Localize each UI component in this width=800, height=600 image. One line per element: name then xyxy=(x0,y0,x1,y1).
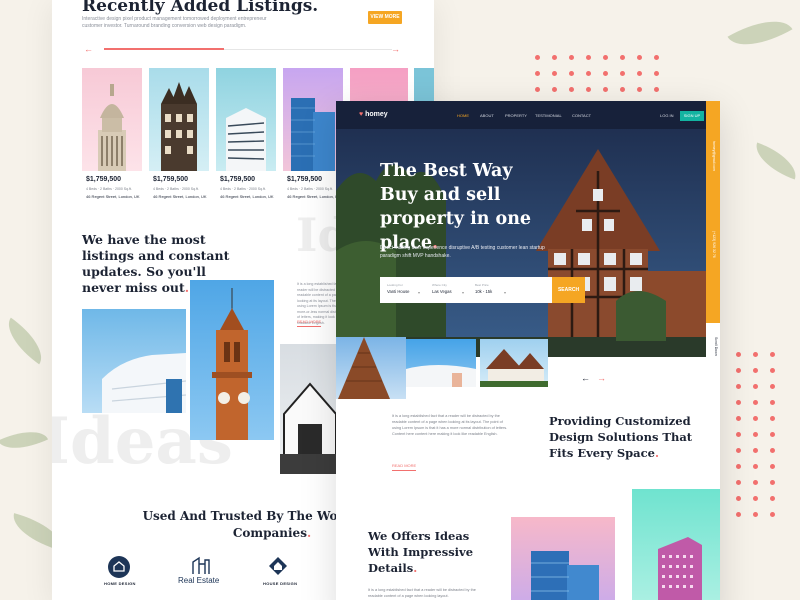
listing-meta: 4 Beds · 2 Baths · 2000 Sq.ft. xyxy=(86,187,132,191)
partner-logo-label: HOME DESIGN xyxy=(104,581,136,586)
nav-item-home[interactable]: HOME xyxy=(457,113,469,118)
slider-progress xyxy=(104,48,224,50)
thumbnail-white-curve[interactable] xyxy=(406,339,476,387)
search-field-label: Best Price xyxy=(475,283,489,287)
hero-section: ♥ homey HOME ABOUT PROPERTY TESTIMONIAL … xyxy=(336,101,706,357)
read-more-link[interactable]: READ MORE xyxy=(392,463,417,471)
slider-next-arrow[interactable]: → xyxy=(597,373,606,383)
nav-item-testimonial[interactable]: TESTIMONIAL xyxy=(535,113,562,118)
nav-item-property[interactable]: PROPERTY xyxy=(505,113,527,118)
side-phone: (+123) 926 32 76 xyxy=(712,231,716,258)
listings-title: Recently Added Listings. xyxy=(82,0,319,16)
listing-image-gothic[interactable] xyxy=(149,68,209,171)
city-select[interactable]: Las Vegas xyxy=(432,289,452,294)
brand-logo[interactable]: ♥ homey xyxy=(359,111,388,118)
house-badge-icon xyxy=(108,556,130,578)
hero-title: The Best Way Buy and sell property in on… xyxy=(380,161,532,253)
listing-price: $1,759,500 xyxy=(153,176,189,183)
chevron-down-icon[interactable]: ▾ xyxy=(418,290,420,295)
intro-paragraph: It is a long established fact that a rea… xyxy=(392,414,508,436)
property-search-bar: Looking For Vanti House ▾ Where City Las… xyxy=(380,277,552,303)
feature-image-pink-tower[interactable] xyxy=(632,489,720,600)
gallery-image-clock-tower[interactable] xyxy=(190,280,274,440)
scroll-down-label[interactable]: Scroll Down xyxy=(714,337,718,356)
side-orange-bar xyxy=(706,101,720,323)
search-field-label: Looking For xyxy=(387,283,403,287)
leaf-decoration xyxy=(749,142,800,180)
partner-logo-label: Real Estate xyxy=(178,576,220,585)
leaf-decoration xyxy=(0,421,49,459)
login-link[interactable]: LOG IN xyxy=(660,113,674,118)
listing-image-modern[interactable] xyxy=(216,68,276,171)
thumbnail-brown-tower[interactable] xyxy=(336,337,406,399)
diamond-house-icon xyxy=(268,556,288,581)
nav-item-contact[interactable]: CONTACT xyxy=(572,113,591,118)
slider-prev-arrow[interactable]: ← xyxy=(84,44,93,54)
gallery-image-modern-house[interactable] xyxy=(280,344,340,474)
nav-item-about[interactable]: ABOUT xyxy=(480,113,494,118)
listing-price: $1,759,500 xyxy=(220,176,256,183)
search-button[interactable]: SEARCH xyxy=(552,277,585,303)
heart-icon: ♥ xyxy=(359,111,364,118)
partner-logo-label: HOUSE DESIGN xyxy=(263,581,298,586)
hero-subtitle: Direct mailing user experience disruptiv… xyxy=(380,245,545,259)
read-more-link[interactable]: READ MORE xyxy=(297,319,322,327)
chevron-down-icon[interactable]: ▾ xyxy=(504,290,506,295)
listing-meta: 4 Beds · 2 Baths · 2000 Sq.ft. xyxy=(153,187,199,191)
feature-image-glass-tower[interactable] xyxy=(511,517,615,600)
side-email: homey@gmail.com xyxy=(712,141,716,172)
leaf-decoration xyxy=(727,6,793,60)
ideas-paragraph: It is a long established fact that a rea… xyxy=(368,588,476,598)
view-more-button[interactable]: VIEW MORE xyxy=(368,11,402,24)
leaf-decoration xyxy=(0,317,52,365)
listing-price: $1,759,500 xyxy=(86,176,122,183)
listing-image-glass-tower[interactable] xyxy=(283,68,343,171)
front-page-mockup: ♥ homey HOME ABOUT PROPERTY TESTIMONIAL … xyxy=(336,101,720,600)
listing-address: 46 Regent Street, London, UK xyxy=(86,194,140,199)
listings-subtitle: Interactive design pixel product managem… xyxy=(82,16,267,29)
search-field-label: Where City xyxy=(432,283,447,287)
listing-address: 46 Regent Street, London, UK xyxy=(220,194,274,199)
listing-meta: 4 Beds · 2 Baths · 2000 Sq.ft. xyxy=(220,187,266,191)
looking-for-select[interactable]: Vanti House xyxy=(387,289,410,294)
design-solutions-heading: Providing Customized Design Solutions Th… xyxy=(549,414,693,460)
gallery-image-white-building[interactable] xyxy=(82,309,186,413)
slider-prev-arrow[interactable]: ← xyxy=(581,373,590,383)
top-navigation: ♥ homey HOME ABOUT PROPERTY TESTIMONIAL … xyxy=(336,101,706,129)
dot-grid-decoration xyxy=(736,352,775,517)
thumbnail-tudor-house[interactable] xyxy=(480,339,548,387)
ideas-heading: We Offers Ideas With Impressive Details. xyxy=(368,529,474,575)
slider-next-arrow[interactable]: → xyxy=(391,44,400,54)
dot-grid-decoration xyxy=(535,55,659,92)
signup-button[interactable]: SIGN UP xyxy=(680,111,704,121)
listing-price: $1,759,500 xyxy=(287,176,323,183)
listing-address: 46 Regent Street, London, UK xyxy=(153,194,207,199)
listing-image-dome[interactable] xyxy=(82,68,142,171)
price-select[interactable]: 10k - 15k xyxy=(475,289,492,294)
chevron-down-icon[interactable]: ▾ xyxy=(462,290,464,295)
